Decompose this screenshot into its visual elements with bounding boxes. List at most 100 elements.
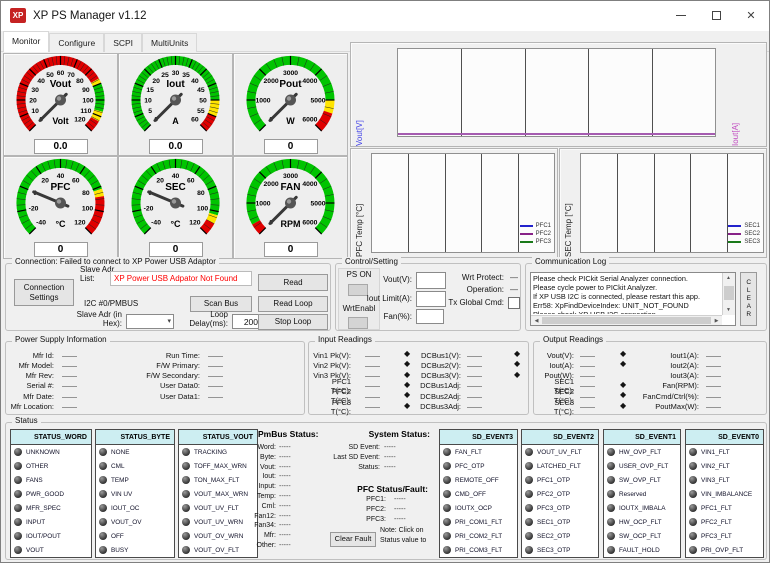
status-row[interactable]: OFF (96, 529, 174, 543)
comm-log-list[interactable]: Please check PICkit Serial Analyzer conn… (530, 272, 736, 326)
led-indicator-icon (607, 462, 615, 470)
status-row[interactable]: PRI_COM1_FLT (440, 515, 517, 529)
tab-scpi[interactable]: SCPI (104, 33, 142, 52)
status-row[interactable]: VOUT_UV_WRN (179, 515, 257, 529)
status-row[interactable]: SEC1_OTP (522, 515, 598, 529)
status-row[interactable]: VIN_IMBALANCE (686, 487, 763, 501)
read-button[interactable]: Read (258, 274, 328, 291)
status-row[interactable]: FANS (11, 473, 91, 487)
status-row[interactable]: TEMP (96, 473, 174, 487)
status-row[interactable]: FAN_FLT (440, 445, 517, 459)
pmbus-status-row-value[interactable]: ----- (279, 503, 291, 510)
status-row[interactable]: PRI_COM2_FLT (440, 529, 517, 543)
clear-fault-button[interactable]: Clear Fault (330, 532, 376, 547)
clear-log-button[interactable]: CLEAR (740, 272, 757, 326)
status-row[interactable]: VIN2_FLT (686, 459, 763, 473)
status-row[interactable]: HW_OVP_FLT (604, 445, 680, 459)
pfc-status-row-value[interactable]: ----- (394, 496, 406, 503)
tab-configure[interactable]: Configure (49, 33, 104, 52)
system-status-row-value[interactable]: ----- (384, 464, 396, 471)
vout-input[interactable] (416, 272, 446, 289)
status-row[interactable]: IOUT/POUT (11, 529, 91, 543)
status-row[interactable]: CMD_OFF (440, 487, 517, 501)
status-row[interactable]: PFC_OTP (440, 459, 517, 473)
status-row[interactable]: PRI_OVP_FLT (686, 543, 763, 557)
status-row[interactable]: PFC2_OTP (522, 487, 598, 501)
status-row[interactable]: VOUT_OV (96, 515, 174, 529)
status-row[interactable]: FAULT_HOLD (604, 543, 680, 557)
slave-adr-combo[interactable]: ▾ (126, 314, 174, 329)
status-row[interactable]: NONE (96, 445, 174, 459)
status-row[interactable]: PRI_COM3_FLT (440, 543, 517, 557)
status-row[interactable]: VIN1_FLT (686, 445, 763, 459)
stop-loop-button[interactable]: Stop Loop (258, 314, 328, 330)
status-row[interactable]: SEC3_OTP (522, 543, 598, 557)
system-status-row-value[interactable]: ----- (384, 454, 396, 461)
status-row[interactable]: VOUT_OV_WRN (179, 529, 257, 543)
status-row[interactable]: HW_OCP_FLT (604, 515, 680, 529)
scroll-down-icon[interactable]: ▼ (723, 305, 734, 315)
pmbus-status-row-value[interactable]: ----- (279, 532, 291, 539)
status-row[interactable]: TOFF_MAX_WRN (179, 459, 257, 473)
status-row[interactable]: UNKNOWN (11, 445, 91, 459)
status-row[interactable]: VIN3_FLT (686, 473, 763, 487)
pmbus-status-row-value[interactable]: ----- (279, 464, 291, 471)
pmbus-status-row-value[interactable]: ----- (279, 483, 291, 490)
status-row[interactable]: TON_MAX_FLT (179, 473, 257, 487)
status-row[interactable]: PFC1_FLT (686, 501, 763, 515)
scroll-right-icon[interactable]: ▶ (711, 316, 722, 326)
maximize-button[interactable] (699, 1, 733, 30)
close-button[interactable]: ✕ (734, 1, 768, 30)
system-status-row-value[interactable]: ----- (384, 444, 396, 451)
status-row[interactable]: PWR_GOOD (11, 487, 91, 501)
status-row[interactable]: VOUT_MAX_WRN (179, 487, 257, 501)
status-row[interactable]: IOUTX_IMBALA (604, 501, 680, 515)
pfc-status-row-value[interactable]: ----- (394, 516, 406, 523)
tab-monitor[interactable]: Monitor (3, 31, 49, 52)
status-row[interactable]: USER_OVP_FLT (604, 459, 680, 473)
status-row[interactable]: VOUT_OV_FLT (179, 543, 257, 557)
pmbus-status-row-value[interactable]: ----- (279, 513, 291, 520)
status-row[interactable]: TRACKING (179, 445, 257, 459)
status-row[interactable]: VOUT (11, 543, 91, 557)
pmbus-status-row-value[interactable]: ----- (279, 444, 291, 451)
scroll-left-icon[interactable]: ◀ (531, 316, 542, 326)
status-row[interactable]: INPUT (11, 515, 91, 529)
status-row[interactable]: PFC1_OTP (522, 473, 598, 487)
tab-multiunits[interactable]: MultiUnits (142, 33, 197, 52)
horizontal-scrollbar-thumb[interactable] (542, 317, 711, 324)
status-row[interactable]: OTHER (11, 459, 91, 473)
horizontal-scrollbar[interactable]: ◀ ▶ (531, 315, 722, 325)
read-loop-button[interactable]: Read Loop (258, 296, 328, 312)
fan-input[interactable] (416, 309, 444, 324)
minimize-button[interactable] (664, 1, 698, 30)
status-row[interactable]: PFC2_FLT (686, 515, 763, 529)
pfc-status-row-value[interactable]: ----- (394, 506, 406, 513)
status-row[interactable]: IOUT_OC (96, 501, 174, 515)
status-row[interactable]: VOUT_UV_FLT (522, 445, 598, 459)
pmbus-status-row-value[interactable]: ----- (279, 522, 291, 529)
status-row[interactable]: REMOTE_OFF (440, 473, 517, 487)
status-row[interactable]: SEC2_OTP (522, 529, 598, 543)
status-row[interactable]: VIN UV (96, 487, 174, 501)
status-row[interactable]: IOUTX_OCP (440, 501, 517, 515)
status-row[interactable]: VOUT_UV_FLT (179, 501, 257, 515)
pmbus-status-row-value[interactable]: ----- (279, 493, 291, 500)
status-row[interactable]: Reserved (604, 487, 680, 501)
pmbus-status-row-value[interactable]: ----- (279, 473, 291, 480)
tx-global-cmd-checkbox[interactable] (508, 297, 520, 309)
pmbus-status-row-value[interactable]: ----- (279, 542, 291, 549)
status-row[interactable]: LATCHED_FLT (522, 459, 598, 473)
vertical-scrollbar[interactable]: ▲ ▼ (722, 273, 735, 315)
vertical-scrollbar-thumb[interactable] (724, 286, 734, 300)
status-row[interactable]: SW_OCP_FLT (604, 529, 680, 543)
scroll-up-icon[interactable]: ▲ (723, 273, 734, 283)
status-row[interactable]: MFR_SPEC (11, 501, 91, 515)
status-row[interactable]: BUSY (96, 543, 174, 557)
status-row[interactable]: PFC3_OTP (522, 501, 598, 515)
status-row[interactable]: SW_OVP_FLT (604, 473, 680, 487)
connection-settings-button[interactable]: Connection Settings (14, 279, 74, 306)
status-row[interactable]: CML (96, 459, 174, 473)
status-row[interactable]: PFC3_FLT (686, 529, 763, 543)
pmbus-status-row-value[interactable]: ----- (279, 454, 291, 461)
